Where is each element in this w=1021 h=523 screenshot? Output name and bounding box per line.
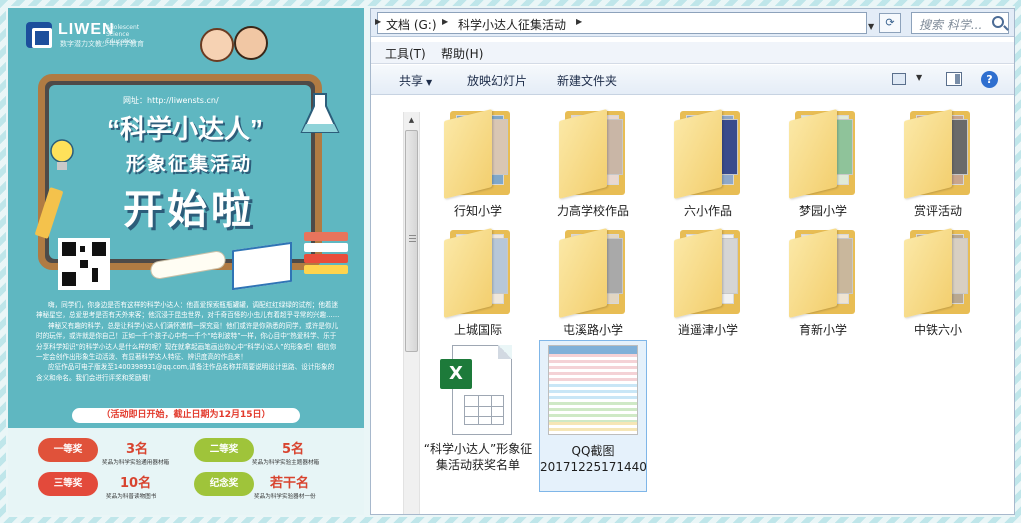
award-count: 3名 [126, 442, 149, 457]
view-options-icon[interactable] [892, 73, 906, 85]
menu-bar: 工具(T) 帮助(H) [371, 42, 1014, 64]
poster-title-3: 开始啦 [123, 187, 255, 233]
folder-icon [789, 107, 857, 199]
folder-icon [904, 226, 972, 318]
vertical-scrollbar[interactable]: ▲ [403, 112, 420, 514]
award-count: 10名 [120, 476, 152, 491]
new-folder-button[interactable]: 新建文件夹 [557, 72, 617, 89]
file-label: 行知小学 [453, 204, 502, 218]
poster-title-2: 形象征集活动 [125, 153, 252, 175]
folder-item[interactable]: 上城国际 [423, 226, 533, 338]
image-file-item[interactable]: QQ截图20171225171440 [538, 340, 648, 492]
folder-item[interactable]: 育新小学 [768, 226, 878, 338]
qr-code-icon [58, 238, 110, 290]
excel-file-icon: X [440, 345, 516, 437]
event-poster: LIWEN Adolescent Science Education 数字潜力文… [8, 8, 364, 515]
folder-item[interactable]: 行知小学 [423, 107, 533, 219]
poster-brand-sub: 数字潜力文教少年科学教育 [60, 40, 144, 48]
award-desc: 奖品为科学实验主题器材箱 [252, 460, 320, 466]
award-badge: 三等奖 [38, 472, 98, 496]
file-label: 六小作品 [683, 204, 732, 218]
file-label: “科学小达人”形象征集活动获奖名单 [423, 442, 533, 472]
lightbulb-icon [50, 139, 74, 170]
preview-pane-icon[interactable] [946, 72, 962, 86]
command-bar: 共享 ▼ 放映幻灯片 新建文件夹 ▼ ? [371, 65, 1014, 95]
folder-icon [559, 107, 627, 199]
folder-icon [789, 226, 857, 318]
poster-paragraph: 应征作品可电子版发至1400398931@qq.com,请备注作品名称并简要说明… [36, 363, 335, 382]
share-label: 共享 [399, 74, 424, 88]
breadcrumb-drive[interactable]: 文档 (G:) [386, 16, 437, 33]
chevron-down-icon: ▼ [426, 78, 433, 87]
file-label: 上城国际 [453, 323, 502, 337]
chevron-right-icon: ▶ [375, 17, 382, 26]
share-button[interactable]: 共享 ▼ [399, 72, 432, 89]
address-bar[interactable]: ▶ 文档 (G:) ▶ 科学小达人征集活动 ▶ ▼ [375, 12, 874, 34]
flask-icon [300, 93, 340, 133]
file-label: 力高学校作品 [556, 204, 629, 218]
address-row: ▶ 文档 (G:) ▶ 科学小达人征集活动 ▶ ▼ ⟳ 搜索 科学... [371, 9, 1014, 37]
search-icon[interactable] [992, 16, 1004, 28]
file-label: 中铁六小 [913, 323, 962, 337]
folder-icon [444, 226, 512, 318]
liwen-logo-icon [26, 22, 52, 48]
search-placeholder: 搜索 科学... [919, 18, 983, 32]
folder-item[interactable]: 梦园小学 [768, 107, 878, 219]
refresh-button[interactable]: ⟳ [879, 13, 901, 33]
menu-tools[interactable]: 工具(T) [385, 45, 426, 62]
award-count: 若干名 [270, 476, 310, 491]
menu-help[interactable]: 帮助(H) [441, 45, 483, 62]
folder-item[interactable]: 中铁六小 [883, 226, 993, 338]
file-label: 育新小学 [798, 323, 847, 337]
chevron-right-icon[interactable]: ▶ [442, 17, 448, 26]
poster-paragraph: 神秘又有趣的科学，总是让科学小达人们满怀激情一探究竟！他们或许是你熟悉的同学，或… [36, 321, 339, 362]
refresh-icon: ⟳ [885, 16, 895, 29]
folder-item[interactable]: 六小作品 [653, 107, 763, 219]
search-input[interactable]: 搜索 科学... [911, 12, 1009, 34]
chevron-down-icon[interactable]: ▼ [868, 22, 874, 31]
awards-section: 一等奖 3名 奖品为科学实验通用器材箱 二等奖 5名 奖品为科学实验主题器材箱 … [8, 428, 364, 515]
folder-item[interactable]: 力高学校作品 [538, 107, 648, 219]
folder-item[interactable]: 逍遥津小学 [653, 226, 763, 338]
chevron-down-icon[interactable]: ▼ [916, 73, 922, 82]
folder-item[interactable]: 赏评活动 [883, 107, 993, 219]
file-label: 赏评活动 [913, 204, 962, 218]
poster-title-1: “科学小达人” [106, 114, 263, 144]
help-icon[interactable]: ? [981, 71, 998, 88]
folder-icon [674, 107, 742, 199]
award-desc: 奖品为科普读物图书 [106, 494, 157, 500]
file-label: 屯溪路小学 [562, 323, 623, 337]
folder-icon [444, 107, 512, 199]
folder-icon [674, 226, 742, 318]
file-list: 行知小学 力高学校作品 六小作品 梦园小学 赏评活动 上城国际 屯溪路小学 逍遥… [423, 97, 1013, 514]
scroll-up-icon[interactable]: ▲ [404, 112, 419, 128]
file-label: 梦园小学 [798, 204, 847, 218]
poster-url: 网址：http://liwensts.cn/ [123, 96, 219, 105]
poster-body: 嗨，同学们，你身边是否有这样的科学小达人：他喜爱探索瓶瓶罐罐，调配红红绿绿的试剂… [36, 300, 340, 383]
poster-deadline: （活动即日开始，截止日期为12月15日） [72, 408, 300, 423]
award-badge: 二等奖 [194, 438, 254, 462]
slideshow-button[interactable]: 放映幻灯片 [467, 72, 527, 89]
chevron-right-icon[interactable]: ▶ [576, 17, 582, 26]
folder-icon [559, 226, 627, 318]
file-explorer-window: ▶ 文档 (G:) ▶ 科学小达人征集活动 ▶ ▼ ⟳ 搜索 科学... 工具(… [370, 8, 1015, 515]
award-count: 5名 [282, 442, 305, 457]
breadcrumb-folder[interactable]: 科学小达人征集活动 [458, 16, 566, 33]
folder-item[interactable]: 屯溪路小学 [538, 226, 648, 338]
poster-paragraph: 嗨，同学们，你身边是否有这样的科学小达人：他喜爱探索瓶瓶罐罐，调配红红绿绿的试剂… [36, 301, 340, 320]
folder-icon [904, 107, 972, 199]
file-label: 逍遥津小学 [677, 323, 738, 337]
award-badge: 纪念奖 [194, 472, 254, 496]
award-desc: 奖品为科学实验通用器材箱 [102, 460, 170, 466]
books-stack-icon [304, 224, 348, 280]
kids-illustration-icon [194, 22, 284, 78]
award-desc: 奖品为科学实验器材一份 [254, 494, 316, 500]
award-badge: 一等奖 [38, 438, 98, 462]
image-thumbnail-icon [548, 345, 638, 435]
scrollbar-thumb[interactable] [405, 130, 418, 352]
excel-file-item[interactable]: X “科学小达人”形象征集活动获奖名单 [423, 345, 533, 473]
book-icon [232, 241, 292, 291]
file-label: QQ截图20171225171440 [540, 444, 647, 474]
